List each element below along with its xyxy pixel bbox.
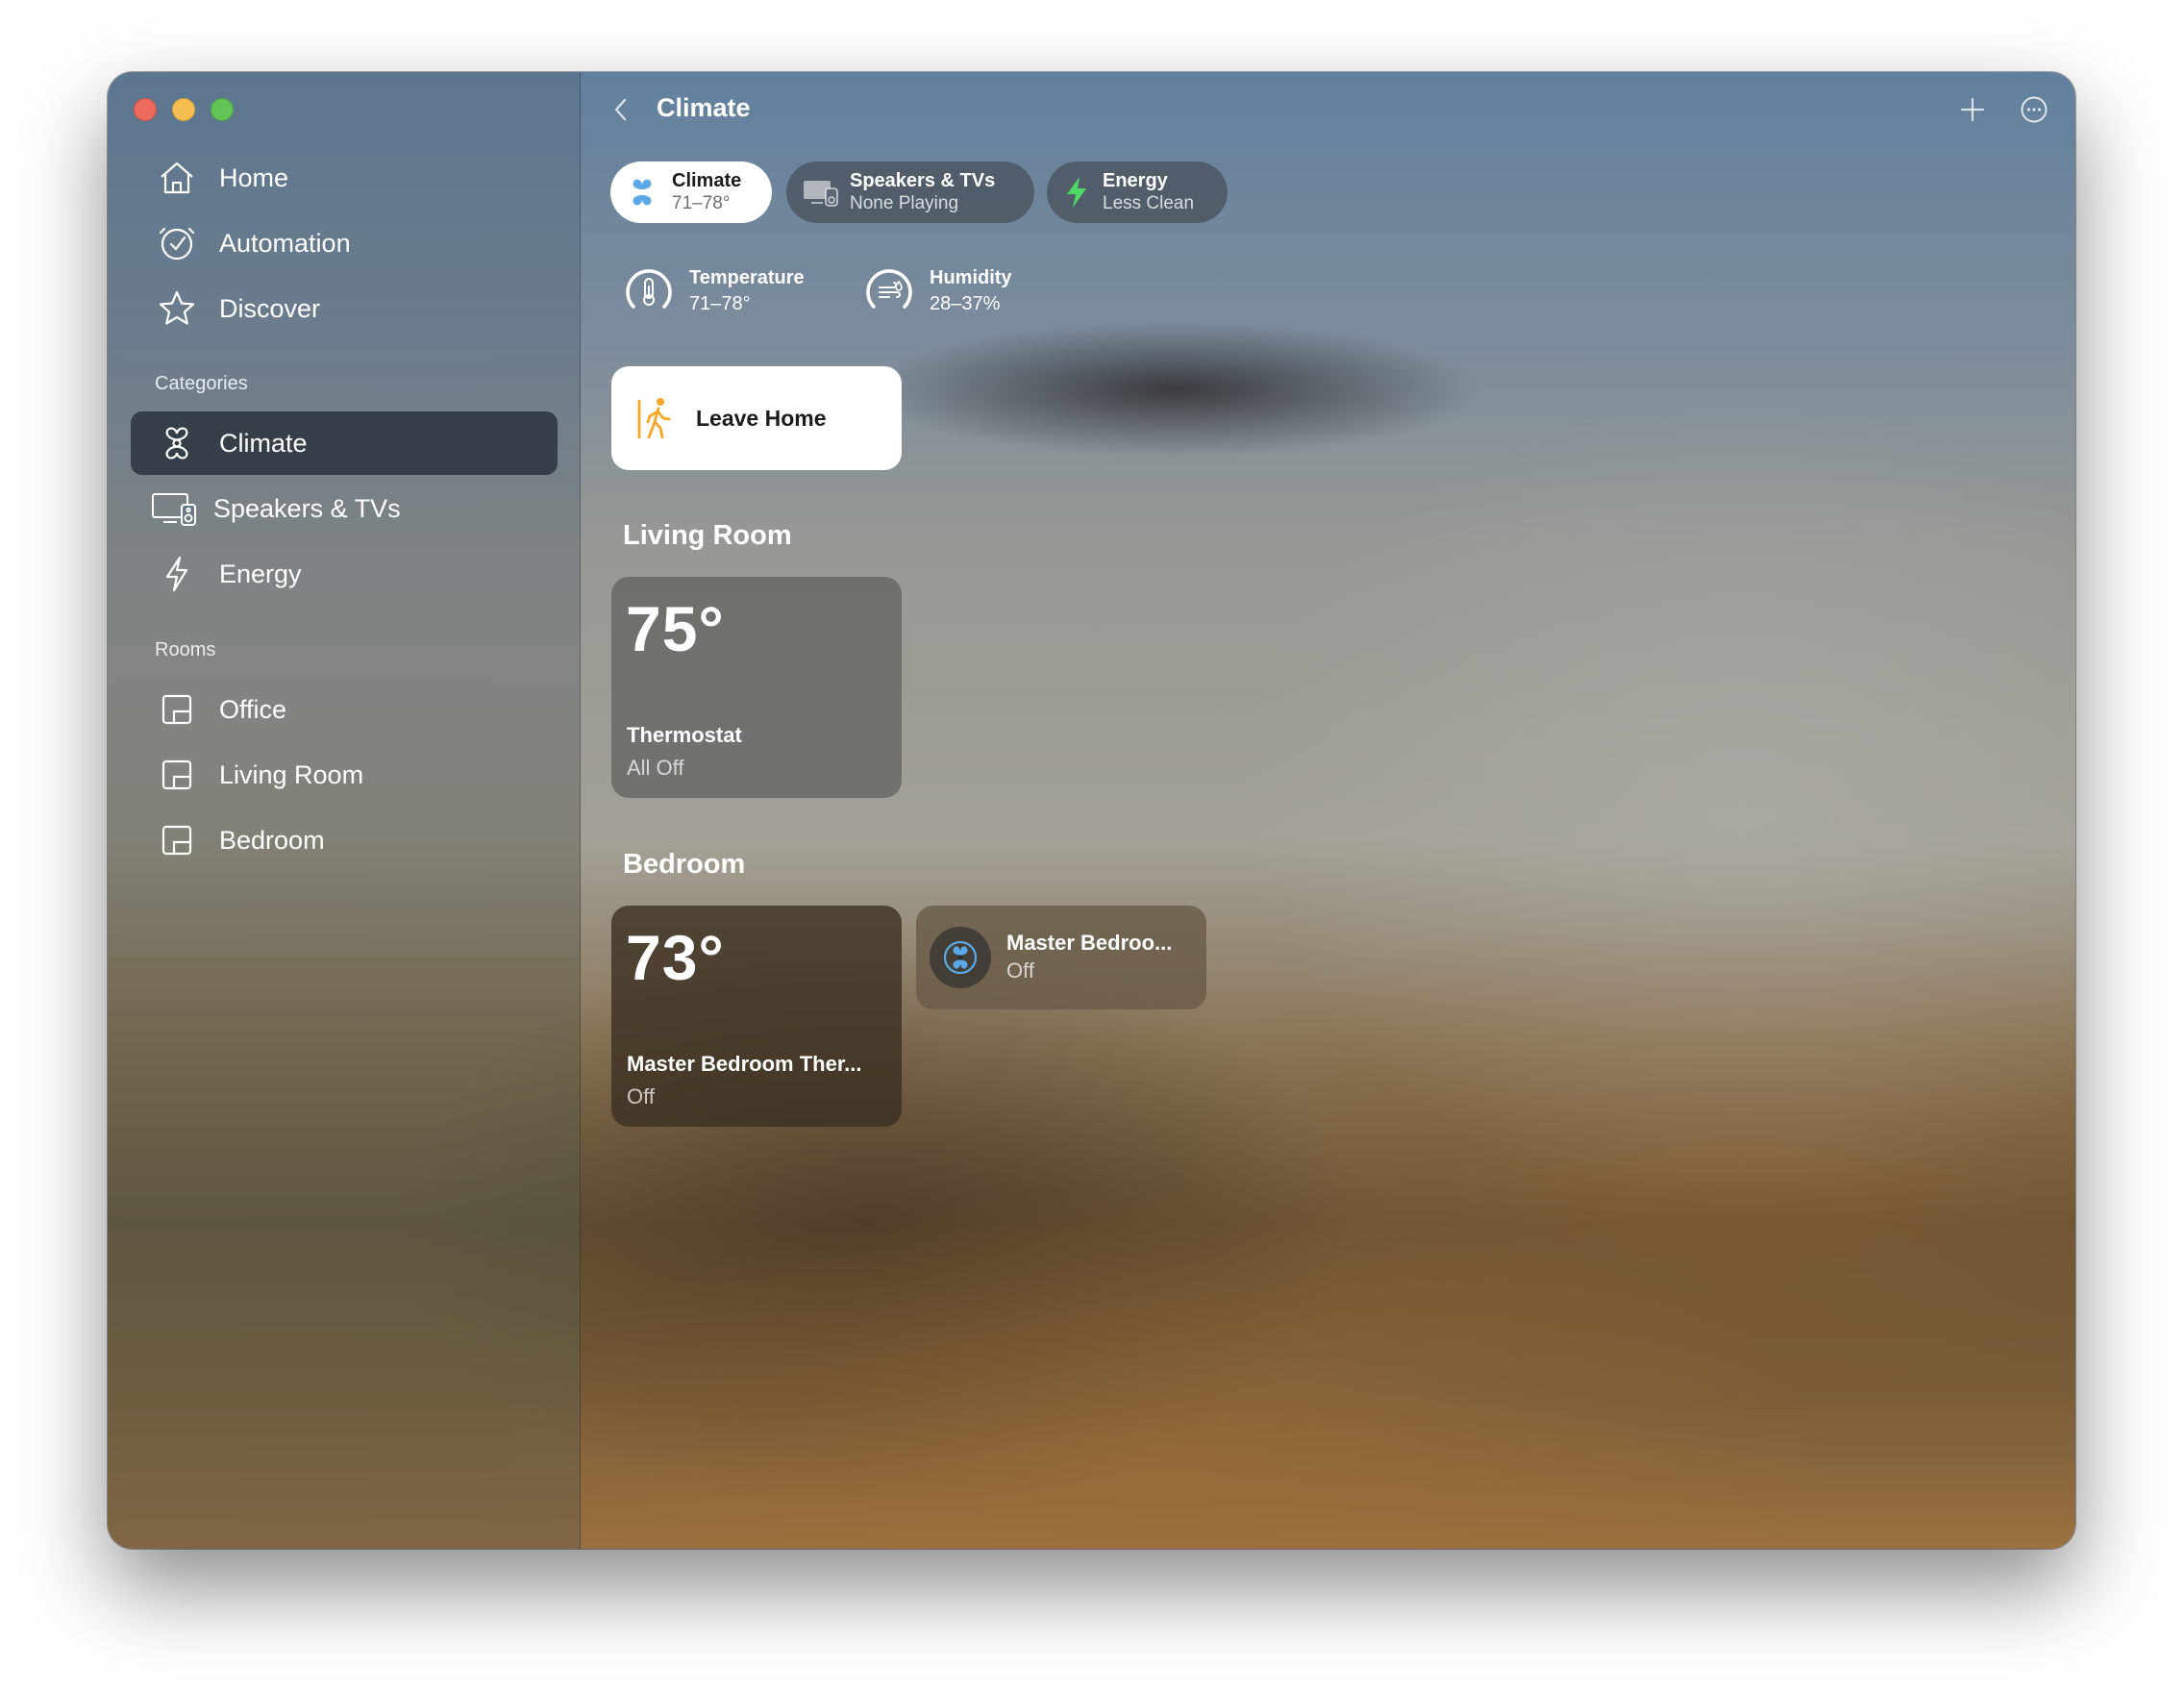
master-bedroom-fan-tile[interactable]: Master Bedroo... Off: [916, 906, 1206, 1009]
status-value: 28–37%: [930, 293, 1001, 314]
sidebar-item-label: Automation: [219, 228, 351, 258]
sidebar-item-label: Office: [219, 694, 287, 724]
tile-status: All Off: [627, 756, 684, 780]
sidebar-item-living-room[interactable]: Living Room: [131, 743, 558, 807]
status-title: Humidity: [930, 267, 1012, 288]
zoom-window-button[interactable]: [211, 98, 234, 121]
accessory-name: Master Bedroo...: [1006, 931, 1173, 955]
person-walking-icon: [634, 393, 677, 443]
sidebar-item-climate[interactable]: Climate: [131, 411, 558, 475]
chip-subtitle: None Playing: [850, 193, 959, 213]
page-title: Climate: [657, 93, 751, 122]
house-icon: [156, 157, 198, 199]
status-title: Temperature: [689, 267, 805, 288]
room-icon: [156, 819, 198, 861]
temperature-summary[interactable]: Temperature 71–78°: [620, 262, 805, 320]
chip-subtitle: Less Clean: [1103, 193, 1195, 213]
plus-icon[interactable]: [1959, 96, 1986, 123]
tile-status: Off: [627, 1084, 655, 1108]
app-window: Home Automation Discover Categories Clim…: [108, 72, 2075, 1549]
room-icon: [156, 688, 198, 731]
chevron-left-icon[interactable]: [608, 95, 636, 124]
humidity-summary[interactable]: Humidity 28–37%: [860, 262, 1012, 320]
chip-subtitle: 71–78°: [672, 193, 731, 213]
sidebar-item-label: Home: [219, 162, 289, 192]
bolt-icon: [1060, 176, 1093, 209]
sidebar-item-label: Bedroom: [219, 825, 325, 855]
room-title-bedroom: Bedroom: [623, 849, 746, 880]
chip-climate[interactable]: Climate 71–78°: [610, 162, 772, 223]
rooms-heading: Rooms: [155, 639, 216, 660]
master-bedroom-thermostat-tile[interactable]: 73° Master Bedroom Ther... Off: [611, 906, 902, 1127]
sidebar-item-discover[interactable]: Discover: [131, 277, 558, 340]
chip-speakers-tvs[interactable]: Speakers & TVs None Playing: [786, 162, 1034, 223]
room-title-living-room: Living Room: [623, 520, 792, 551]
sidebar-item-speakers-tvs[interactable]: Speakers & TVs: [131, 477, 558, 540]
fan-icon: [626, 176, 658, 209]
accessory-status: Off: [1006, 958, 1034, 983]
tile-temperature: 75°: [626, 593, 725, 664]
sidebar-item-bedroom[interactable]: Bedroom: [131, 809, 558, 872]
tile-name: Thermostat: [627, 723, 742, 747]
tv-speaker-icon: [802, 176, 840, 209]
close-window-button[interactable]: [134, 98, 157, 121]
fan-icon: [943, 940, 978, 975]
fan-icon: [156, 422, 198, 464]
sidebar-item-automation[interactable]: Automation: [131, 212, 558, 275]
sidebar: Home Automation Discover Categories Clim…: [108, 72, 581, 1549]
sidebar-item-label: Speakers & TVs: [213, 493, 401, 523]
scene-leave-home[interactable]: Leave Home: [611, 366, 902, 470]
chip-energy[interactable]: Energy Less Clean: [1047, 162, 1228, 223]
bolt-icon: [156, 553, 198, 595]
sidebar-item-office[interactable]: Office: [131, 678, 558, 741]
chip-title: Climate: [672, 170, 742, 191]
star-icon: [156, 287, 198, 330]
thermometer-gauge-icon: [620, 262, 678, 320]
sidebar-item-label: Living Room: [219, 759, 364, 789]
status-value: 71–78°: [689, 293, 751, 314]
sidebar-item-label: Discover: [219, 293, 321, 323]
tile-name: Master Bedroom Ther...: [627, 1052, 862, 1076]
sidebar-item-home[interactable]: Home: [131, 146, 558, 210]
humidity-gauge-icon: [860, 262, 918, 320]
chip-title: Speakers & TVs: [850, 170, 996, 191]
thermostat-tile[interactable]: 75° Thermostat All Off: [611, 577, 902, 798]
minimize-window-button[interactable]: [172, 98, 195, 121]
tv-speaker-icon: [150, 487, 198, 530]
sidebar-item-label: Energy: [219, 559, 302, 588]
scene-label: Leave Home: [696, 405, 827, 431]
sidebar-item-energy[interactable]: Energy: [131, 542, 558, 606]
chip-title: Energy: [1103, 170, 1168, 191]
tile-temperature: 73°: [626, 922, 725, 993]
clock-check-icon: [156, 222, 198, 264]
room-icon: [156, 754, 198, 796]
ellipsis-circle-icon[interactable]: [2020, 95, 2048, 124]
categories-heading: Categories: [155, 373, 248, 394]
sidebar-item-label: Climate: [219, 428, 308, 458]
